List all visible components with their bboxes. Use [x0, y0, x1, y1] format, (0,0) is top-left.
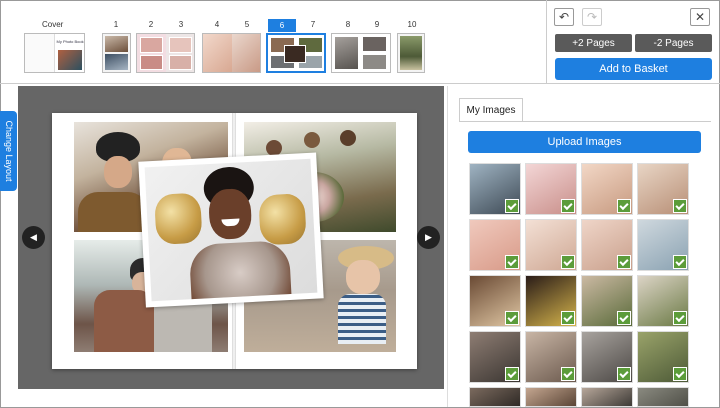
used-check-icon: [617, 311, 631, 325]
page-thumbnail-4-5[interactable]: [202, 33, 261, 73]
change-layout-tab[interactable]: Change Layout: [0, 111, 17, 191]
used-check-icon: [617, 199, 631, 213]
cover-label: Cover: [42, 20, 64, 29]
page-label-10: 10: [407, 20, 417, 29]
page-thumbnail-1[interactable]: [102, 33, 131, 73]
page-label-8: 8: [345, 20, 351, 29]
gallery-image[interactable]: [469, 275, 521, 327]
gallery-image[interactable]: [637, 331, 689, 383]
page-thumbnail-10[interactable]: [397, 33, 425, 73]
change-layout-label: Change Layout: [3, 120, 14, 182]
photo-woman-gold-balloon[interactable]: [138, 152, 324, 308]
cover-book-title: My Photo Book: [56, 39, 84, 44]
used-check-icon: [505, 367, 519, 381]
gallery-image[interactable]: [637, 387, 689, 407]
page-label-1: 1: [113, 20, 119, 29]
used-check-icon: [561, 199, 575, 213]
remove-pages-button[interactable]: -2 Pages: [635, 34, 712, 52]
used-check-icon: [673, 199, 687, 213]
gallery-image[interactable]: [469, 387, 521, 407]
used-check-icon: [505, 199, 519, 213]
gallery-image[interactable]: [637, 219, 689, 271]
gallery-image[interactable]: [637, 275, 689, 327]
undo-icon[interactable]: ↶: [554, 8, 574, 26]
used-check-icon: [561, 311, 575, 325]
gallery-image[interactable]: [581, 275, 633, 327]
upload-images-button[interactable]: Upload Images: [468, 131, 701, 153]
redo-icon[interactable]: ↷: [582, 8, 602, 26]
page-label-2: 2: [148, 20, 154, 29]
add-to-basket-button[interactable]: Add to Basket: [555, 58, 712, 80]
page-label-4: 4: [214, 20, 220, 29]
add-pages-button[interactable]: +2 Pages: [555, 34, 632, 52]
next-spread-button[interactable]: ▶: [417, 226, 440, 249]
page-thumbnail-strip: Cover My Photo Book 1 2 3 4 5 6 7 8 9 10: [0, 0, 546, 84]
gallery-image[interactable]: [525, 275, 577, 327]
used-check-icon: [673, 255, 687, 269]
gallery-image[interactable]: [581, 331, 633, 383]
used-check-icon: [617, 367, 631, 381]
used-check-icon: [673, 367, 687, 381]
gallery-image[interactable]: [581, 387, 633, 407]
page-thumbnail-2-3[interactable]: [136, 33, 195, 73]
gallery-image[interactable]: [469, 331, 521, 383]
gallery-image[interactable]: [469, 163, 521, 215]
used-check-icon: [561, 367, 575, 381]
page-label-3: 3: [178, 20, 184, 29]
prev-spread-button[interactable]: ◀: [22, 226, 45, 249]
cover-thumbnail[interactable]: My Photo Book: [24, 33, 85, 73]
gallery-image[interactable]: [525, 387, 577, 407]
tab-my-images[interactable]: My Images: [459, 98, 523, 122]
used-check-icon: [673, 311, 687, 325]
page-label-9: 9: [374, 20, 380, 29]
page-label-6: 6: [268, 19, 296, 32]
page-label-5: 5: [244, 20, 250, 29]
used-check-icon: [505, 311, 519, 325]
used-check-icon: [505, 255, 519, 269]
tab-divider: [459, 121, 711, 122]
gallery-image[interactable]: [637, 163, 689, 215]
gallery-image[interactable]: [525, 331, 577, 383]
gallery-image[interactable]: [469, 219, 521, 271]
gallery-image[interactable]: [525, 219, 577, 271]
page-thumbnail-8-9[interactable]: [331, 33, 391, 73]
used-check-icon: [617, 255, 631, 269]
close-icon[interactable]: ✕: [690, 8, 710, 26]
used-check-icon: [561, 255, 575, 269]
page-label-7: 7: [310, 20, 316, 29]
page-thumbnail-6-7[interactable]: [266, 33, 326, 73]
gallery-image[interactable]: [525, 163, 577, 215]
gallery-image[interactable]: [581, 163, 633, 215]
gallery-image[interactable]: [581, 219, 633, 271]
